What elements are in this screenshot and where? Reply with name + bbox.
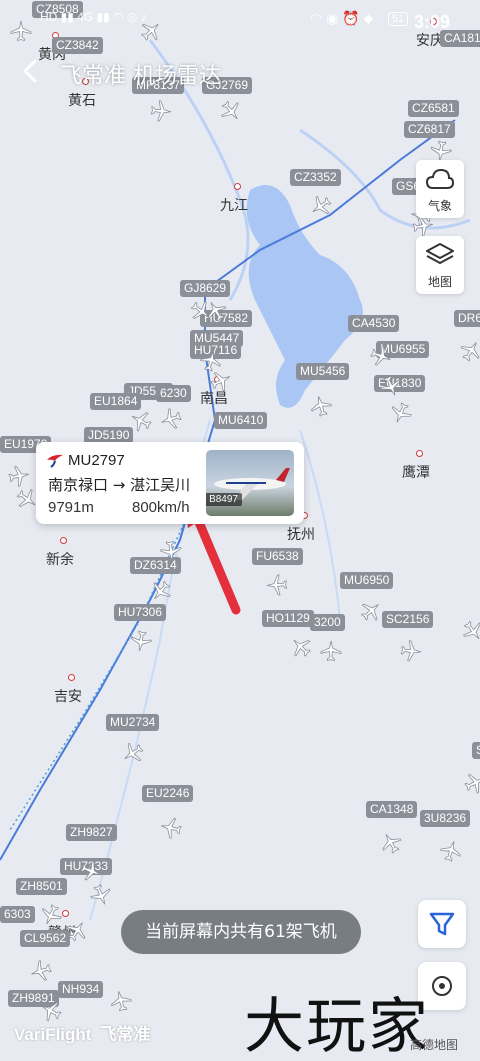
flight-label[interactable]: MU6950 [340,572,394,589]
flight-label[interactable]: CZ6817 [404,121,455,138]
variflight-logo: VariFlight 飞常准 [14,1025,151,1045]
registration-badge: B8497 [206,493,242,506]
city-marker [60,537,67,544]
flight-label[interactable]: DR6 [454,310,480,327]
airplane-icon[interactable] [128,628,153,653]
amap-credit: 高德地图 [410,1038,459,1052]
flight-label[interactable]: SC2156 [382,611,434,628]
map-layer-button[interactable]: 地图 [416,236,464,294]
flight-speed: 800km/h [132,499,190,516]
flight-label[interactable]: ZH9827 [66,824,117,841]
weather-button[interactable]: 气象 [416,160,464,218]
airplane-icon[interactable] [149,99,172,122]
filter-icon [429,912,455,936]
flight-label[interactable]: ZH8501 [16,878,67,895]
flight-altitude: 9791m [48,499,94,516]
back-icon[interactable] [16,56,46,86]
city-label: 新余 [46,552,74,568]
destination-airport: 湛江吴川 [130,476,191,494]
flight-label[interactable]: GJ8629 [180,280,231,297]
flight-number: MU2797 [68,452,125,469]
flight-label[interactable]: SC22 [472,742,480,759]
flight-label[interactable]: CZ3352 [290,169,341,186]
airplane-icon[interactable] [399,639,423,663]
city-marker [416,450,423,457]
flight-route: 南京禄口 → 湛江吴川 [48,474,190,495]
aircraft-image [214,468,290,500]
city-label: 吉安 [54,689,82,705]
airline-logo-icon [47,454,63,468]
clock: 3:09 [413,12,450,32]
cloud-icon [425,168,455,189]
flight-label[interactable]: FU6538 [252,548,303,565]
airplane-icon[interactable] [159,539,184,564]
flight-label[interactable]: 6230 [156,385,191,402]
flight-label[interactable]: CA1348 [366,801,418,818]
battery-icon: 51 [388,12,409,26]
flight-label[interactable]: EU2246 [142,785,194,802]
flight-label[interactable]: MU5456 [296,363,350,380]
aircraft-photo: B8497 [206,450,294,516]
layers-icon [426,243,454,264]
flight-label[interactable]: HO1129 [262,610,314,627]
city-label: 九江 [220,198,248,214]
origin-airport: 南京禄口 [48,476,109,494]
flight-label[interactable]: 3U8236 [420,810,471,827]
airplane-icon[interactable] [265,573,288,596]
route-arrow: → [112,476,126,494]
app-header: 飞常准 机场雷达 [0,50,480,94]
map-label: 地图 [427,275,452,289]
airplane-icon[interactable] [320,640,342,662]
filter-button[interactable] [418,900,466,948]
weather-label: 气象 [427,199,452,213]
status-icons: ◠ ◉ ⏰ ⬥ [310,10,374,26]
radar-map[interactable]: 黄石九江南昌鹰潭抚州新余吉安赣州黄冈安庆 CZ8508CZ3842MF8137G… [0,0,480,1061]
watermark-text: 大玩家 [244,992,430,1061]
flight-label[interactable]: MU2734 [106,714,160,731]
city-marker [234,183,241,190]
city-marker [68,674,75,681]
map-geography [0,39,471,921]
flight-label[interactable]: MU6410 [214,412,268,429]
flight-label[interactable]: EU1864 [90,393,142,410]
flight-label[interactable]: CZ6581 [408,100,459,117]
flight-label[interactable]: 3200 [310,614,345,631]
status-bar: HD ▮▮ 4G ▮▮ ◠ ◎ ♪ ◠ ◉ ⏰ ⬥ 51 3:09 [0,0,480,40]
signal-icon: HD ▮▮ 4G ▮▮ ◠ ◎ ♪ [40,10,147,24]
flight-label[interactable]: CA4530 [348,315,400,332]
aircraft-count-toast: 当前屏幕内共有61架飞机 [121,910,361,954]
flight-label[interactable]: 6303 [0,906,35,923]
flight-info-card[interactable]: MU2797 南京禄口 → 湛江吴川 9791m 800km/h B8497 [36,442,304,524]
city-label: 抚州 [287,527,315,543]
page-title: 飞常准 机场雷达 [60,64,221,89]
city-label: 鹰潭 [402,465,430,481]
airplane-icon[interactable] [6,463,32,489]
flight-label[interactable]: NH934 [58,981,104,998]
flight-label[interactable]: HU7306 [114,604,167,621]
